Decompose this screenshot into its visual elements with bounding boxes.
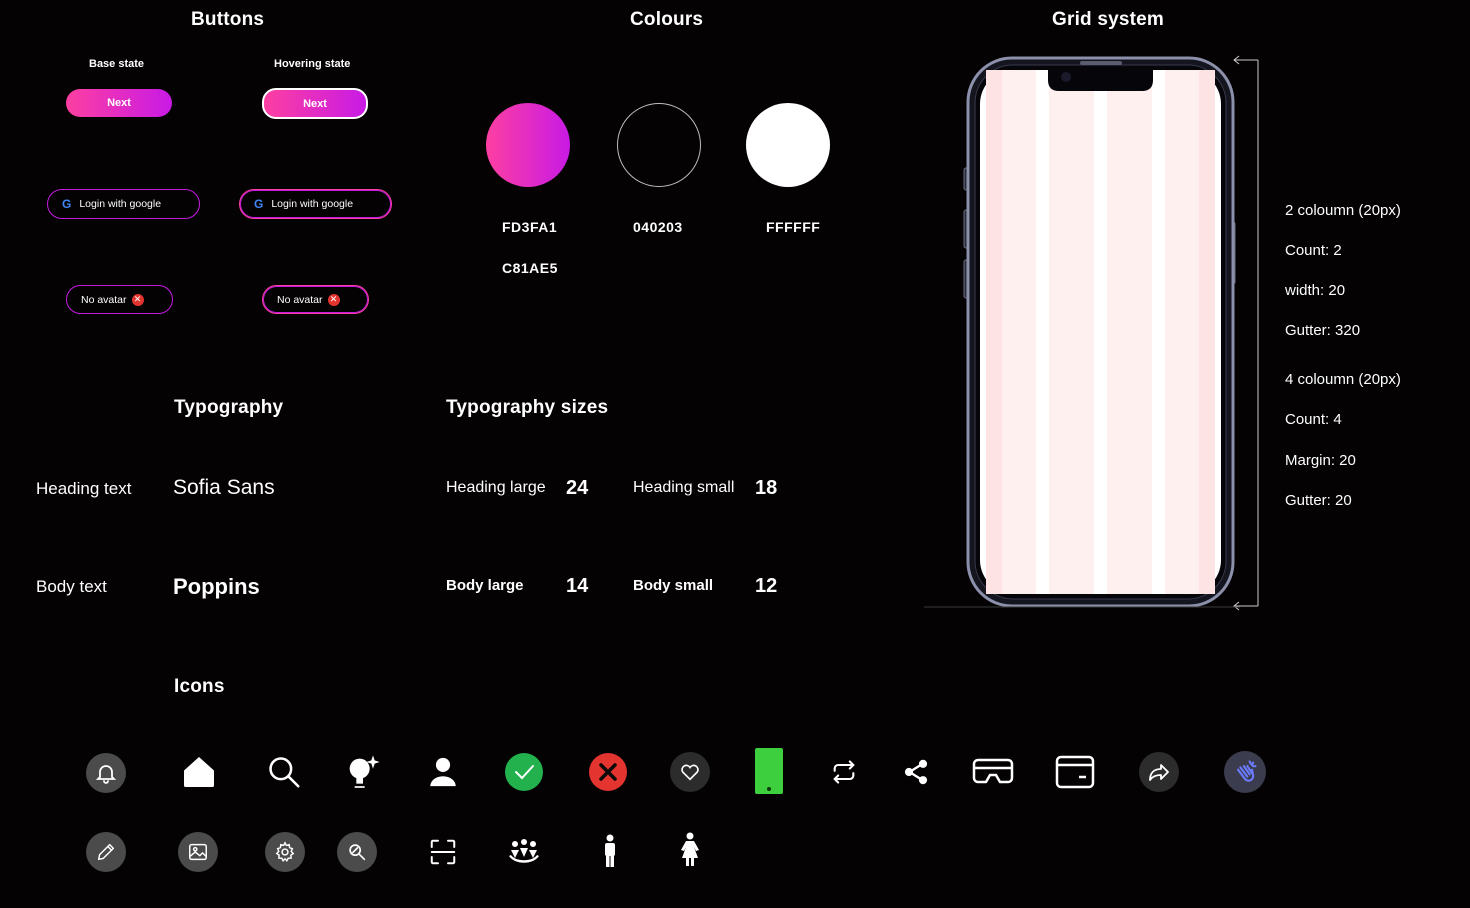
body-font-sample: Poppins	[173, 574, 260, 599]
body-small-value: 12	[755, 575, 778, 597]
hover-state-label: Hovering state	[274, 58, 351, 70]
user-icon[interactable]	[423, 752, 463, 792]
heading-large-label: Heading large	[446, 479, 546, 496]
buttons-title: Buttons	[191, 9, 265, 30]
close-icon[interactable]	[589, 753, 627, 791]
phone-icon[interactable]	[752, 747, 786, 795]
four-col-count: Count: 4	[1285, 411, 1342, 428]
share-icon[interactable]	[896, 752, 936, 792]
heading-small-label: Heading small	[633, 479, 735, 496]
male-icon[interactable]	[597, 830, 623, 874]
next-button-hover[interactable]: Next	[262, 88, 368, 119]
body-small-label: Body small	[633, 577, 714, 594]
check-icon[interactable]	[505, 753, 543, 791]
female-icon[interactable]	[676, 828, 704, 872]
google-icon: G	[62, 197, 72, 211]
hex-secondary: C81AE5	[502, 260, 558, 276]
two-col-title: 2 coloumn (20px)	[1285, 202, 1401, 219]
heading-font-sample: Sofia Sans	[173, 476, 275, 499]
next-button-hover-label: Next	[303, 97, 327, 110]
edit-icon[interactable]	[86, 832, 126, 872]
home-icon[interactable]	[179, 752, 219, 792]
heading-large-value: 24	[566, 477, 589, 499]
body-large-value: 14	[566, 575, 589, 597]
icons-title: Icons	[174, 676, 225, 697]
four-col-margin: Margin: 20	[1285, 452, 1356, 469]
typography-title: Typography	[174, 397, 284, 418]
google-login-button-hover[interactable]: G Login with google	[239, 189, 392, 219]
google-login-label: Login with google	[79, 198, 162, 210]
hex-black: 040203	[633, 219, 683, 235]
phone-grid-mockup	[924, 55, 1259, 611]
search-tool-icon[interactable]	[337, 832, 377, 872]
next-button[interactable]: Next	[66, 89, 172, 117]
repeat-icon[interactable]	[824, 752, 864, 792]
next-button-label: Next	[107, 97, 131, 109]
swatch-black	[617, 103, 701, 187]
colours-title: Colours	[630, 9, 704, 30]
scan-icon[interactable]	[423, 832, 463, 872]
grid-title: Grid system	[1052, 9, 1165, 30]
community-icon[interactable]	[503, 832, 545, 872]
swatch-primary	[486, 103, 570, 187]
heading-text-label: Heading text	[36, 479, 132, 498]
swatch-white	[746, 103, 830, 187]
bell-icon[interactable]	[86, 753, 126, 793]
google-login-button[interactable]: G Login with google	[47, 189, 200, 219]
wallet-icon[interactable]	[1054, 752, 1096, 792]
image-icon[interactable]	[178, 832, 218, 872]
hex-white: FFFFFF	[766, 219, 821, 235]
remove-icon: ✕	[131, 293, 144, 306]
base-state-label: Base state	[89, 58, 145, 70]
typography-sizes-title: Typography sizes	[446, 397, 609, 418]
body-text-label: Body text	[36, 577, 107, 596]
body-large-label: Body large	[446, 577, 524, 594]
heart-icon[interactable]	[670, 752, 710, 792]
settings-icon[interactable]	[265, 832, 305, 872]
no-avatar-hover-label: No avatar	[277, 293, 323, 306]
google-icon: G	[254, 197, 264, 211]
forward-icon[interactable]	[1139, 752, 1179, 792]
two-col-gutter: Gutter: 320	[1285, 322, 1361, 339]
hex-primary: FD3FA1	[502, 219, 558, 235]
two-col-width: width: 20	[1285, 282, 1346, 299]
four-col-title: 4 coloumn (20px)	[1285, 371, 1401, 388]
two-col-count: Count: 2	[1285, 242, 1342, 259]
no-avatar-button-hover[interactable]: No avatar ✕	[262, 285, 369, 314]
no-avatar-button[interactable]: No avatar ✕	[66, 285, 173, 314]
vr-headset-icon[interactable]	[970, 752, 1016, 792]
remove-icon: ✕	[327, 293, 340, 306]
clap-icon[interactable]	[1224, 751, 1266, 793]
four-col-gutter: Gutter: 20	[1285, 492, 1352, 509]
no-avatar-label: No avatar	[81, 293, 127, 306]
google-login-hover-label: Login with google	[271, 198, 354, 210]
heading-small-value: 18	[755, 477, 778, 499]
idea-icon[interactable]	[342, 751, 384, 793]
search-icon[interactable]	[264, 752, 304, 792]
